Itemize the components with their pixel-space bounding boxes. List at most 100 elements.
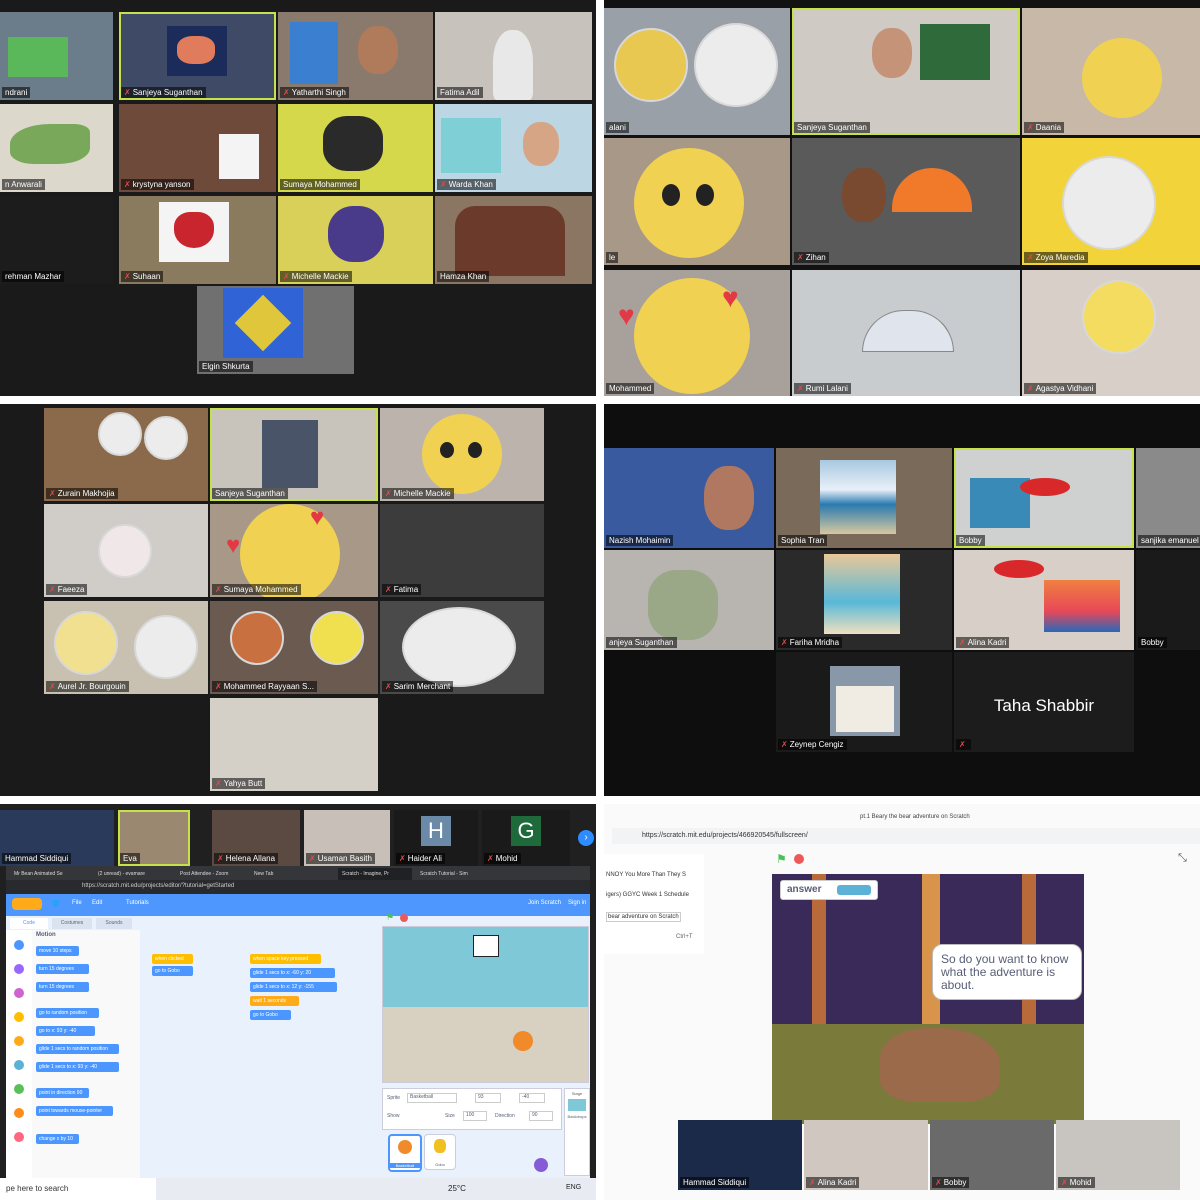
script-block[interactable]: glide 1 secs to x: 12 y: -155 [250,982,337,992]
category-looks[interactable] [14,964,24,974]
video-tile[interactable]: anjeya Suganthan [604,550,774,650]
taskbar-search[interactable]: pe here to search [0,1178,156,1200]
script-block[interactable]: go to Gobo [152,966,193,976]
browser-tab[interactable]: Post Attendee - Zoom [176,868,240,880]
video-tile[interactable]: Hammad Siddiqui [678,1120,802,1190]
category-sensing[interactable] [14,1060,24,1070]
video-tile[interactable]: Elgin Shkurta [197,286,354,374]
menu-file[interactable]: File [72,900,82,906]
video-tile[interactable]: ✗ Zeynep Cengiz [776,652,952,752]
browser-tab[interactable]: Mr Bean Animated Se [10,868,74,880]
video-tile[interactable]: ✗ Yahya Butt [210,698,378,791]
stage-selector[interactable]: Stage Backdrops [564,1088,590,1176]
tab-sounds[interactable]: Sounds [96,918,132,929]
video-tile[interactable]: ✗ Alina Kadri [804,1120,928,1190]
next-page-button[interactable]: › [578,830,594,846]
browser-tab[interactable]: New Tab [250,868,314,880]
video-tile[interactable]: ✗ Suhaan [119,196,276,284]
browser-tab[interactable]: (2 unread) - evamare [94,868,158,880]
category-sound[interactable] [14,988,24,998]
script-block[interactable]: glide 1 secs to x: -60 y: 20 [250,968,335,978]
sign-in-link[interactable]: Sign in [568,900,586,906]
video-tile[interactable]: Fatima Adil [435,12,592,100]
x-field[interactable]: 93 [475,1093,501,1103]
video-tile[interactable]: ✗ Sarim Merchant [380,601,544,694]
video-tile[interactable]: ✗ Zoya Maredia [1022,138,1200,265]
video-tile[interactable]: H ✗ Haider Ali [394,810,478,866]
video-tile[interactable]: ✗ Sanjeya Suganthan [119,12,276,100]
video-tile[interactable]: ✗ Agastya Vidhani [1022,270,1200,396]
menu-item[interactable]: igers) GGYC Week 1 Schedule [606,892,689,898]
scratch-logo[interactable] [12,898,42,910]
palette-block[interactable]: move 10 steps [36,946,79,956]
video-tile[interactable]: ✗ Mohammed Rayyaan S... [210,601,378,694]
palette-block[interactable]: turn 15 degrees [36,964,89,974]
video-tile[interactable]: ♥ ♥ ✗ Sumaya Mohammed [210,504,378,597]
address-bar[interactable]: https://scratch.mit.edu/projects/4669205… [612,828,1200,844]
stage-canvas[interactable]: answer So do you want to know what the a… [772,874,1084,1124]
video-tile[interactable]: ✗ Zihan [792,138,1020,265]
palette-block[interactable]: point towards mouse-pointer [36,1106,113,1116]
video-tile[interactable]: Hammad Siddiqui [0,810,114,866]
palette-block[interactable]: turn 15 degrees [36,982,89,992]
sprite-thumb[interactable]: Gobo [424,1134,456,1170]
address-bar[interactable]: https://scratch.mit.edu/projects/editor/… [6,880,590,894]
video-tile[interactable]: ✗ Fariha Mridha [776,550,952,650]
category-control[interactable] [14,1036,24,1046]
video-tile[interactable]: rehman Mazhar [0,196,113,284]
video-tile[interactable]: ✗ krystyna yanson [119,104,276,192]
video-tile[interactable]: Bobby [954,448,1134,548]
stop-icon[interactable] [400,914,408,922]
video-tile[interactable]: ✗ Aurel Jr. Bourgouin [44,601,208,694]
palette-block[interactable]: change x by 10 [36,1134,79,1144]
video-tile[interactable]: ✗ Yatharthi Singh [278,12,433,100]
sprite-name-field[interactable]: Basketball [407,1093,457,1103]
video-tile[interactable]: sanjika emanuel su [1136,448,1200,548]
menu-item[interactable]: NNOY You More Than They S [606,872,686,878]
browser-tab[interactable]: Scratch - Imagine, Pr [338,868,412,880]
video-tile[interactable]: ✗ Zurain Makhojia [44,408,208,501]
video-tile[interactable]: Bobby [1136,550,1200,650]
video-tile[interactable]: alani [604,8,790,135]
green-flag-icon[interactable]: ⚑ [386,912,394,923]
video-tile[interactable]: Sanjeya Suganthan [210,408,378,501]
direction-field[interactable]: 90 [529,1111,553,1121]
script-block[interactable]: go to Gobo [250,1010,291,1020]
sprite-thumb[interactable]: Basketball [388,1134,422,1172]
palette-block[interactable]: point in direction 90 [36,1088,89,1098]
video-tile[interactable]: ✗ Alina Kadri [954,550,1134,650]
menu-tutorials[interactable]: Tutorials [126,900,149,906]
script-block[interactable]: when space key pressed [250,954,321,964]
add-sprite-icon[interactable] [534,1158,548,1172]
video-tile[interactable]: n Anwarali [0,104,113,192]
video-tile[interactable]: ✗ Usaman Basith [304,810,390,866]
tab-code[interactable]: Code [10,918,48,929]
script-block[interactable]: wait 1 seconds [250,996,299,1006]
category-motion[interactable] [14,940,24,950]
category-operators[interactable] [14,1084,24,1094]
stage-canvas[interactable] [382,926,589,1083]
video-tile[interactable]: ✗ Michelle Mackie [380,408,544,501]
join-scratch-link[interactable]: Join Scratch [528,900,561,906]
size-field[interactable]: 100 [463,1111,487,1121]
browser-tab[interactable]: pt.1 Beary the bear adventure on Scratch [860,814,970,820]
video-tile[interactable]: ✗ Warda Khan [435,104,592,192]
video-tile[interactable]: ✗ Helena Allana [212,810,300,866]
video-tile[interactable]: ✗ Mohid [1056,1120,1180,1190]
bear-sprite[interactable] [880,1028,1000,1102]
video-tile[interactable]: Nazish Mohaimin [604,448,774,548]
video-tile[interactable]: ✗ Bobby [930,1120,1054,1190]
basketball-sprite[interactable] [513,1031,533,1051]
video-tile[interactable]: Sophia Tran [776,448,952,548]
category-variables[interactable] [14,1108,24,1118]
menu-item[interactable]: bear adventure on Scratch [606,912,681,922]
video-tile[interactable]: ✗ Rumi Lalani [792,270,1020,396]
video-tile[interactable]: ndrani [0,12,113,100]
tab-costumes[interactable]: Costumes [52,918,92,929]
language-indicator[interactable]: ENG [566,1184,581,1191]
video-tile[interactable]: ✗ Faeeza [44,504,208,597]
menu-edit[interactable]: Edit [92,900,102,906]
palette-block[interactable]: go to x: 93 y: -40 [36,1026,95,1036]
category-my-blocks[interactable] [14,1132,24,1142]
video-tile[interactable]: Sanjeya Suganthan [792,8,1020,135]
